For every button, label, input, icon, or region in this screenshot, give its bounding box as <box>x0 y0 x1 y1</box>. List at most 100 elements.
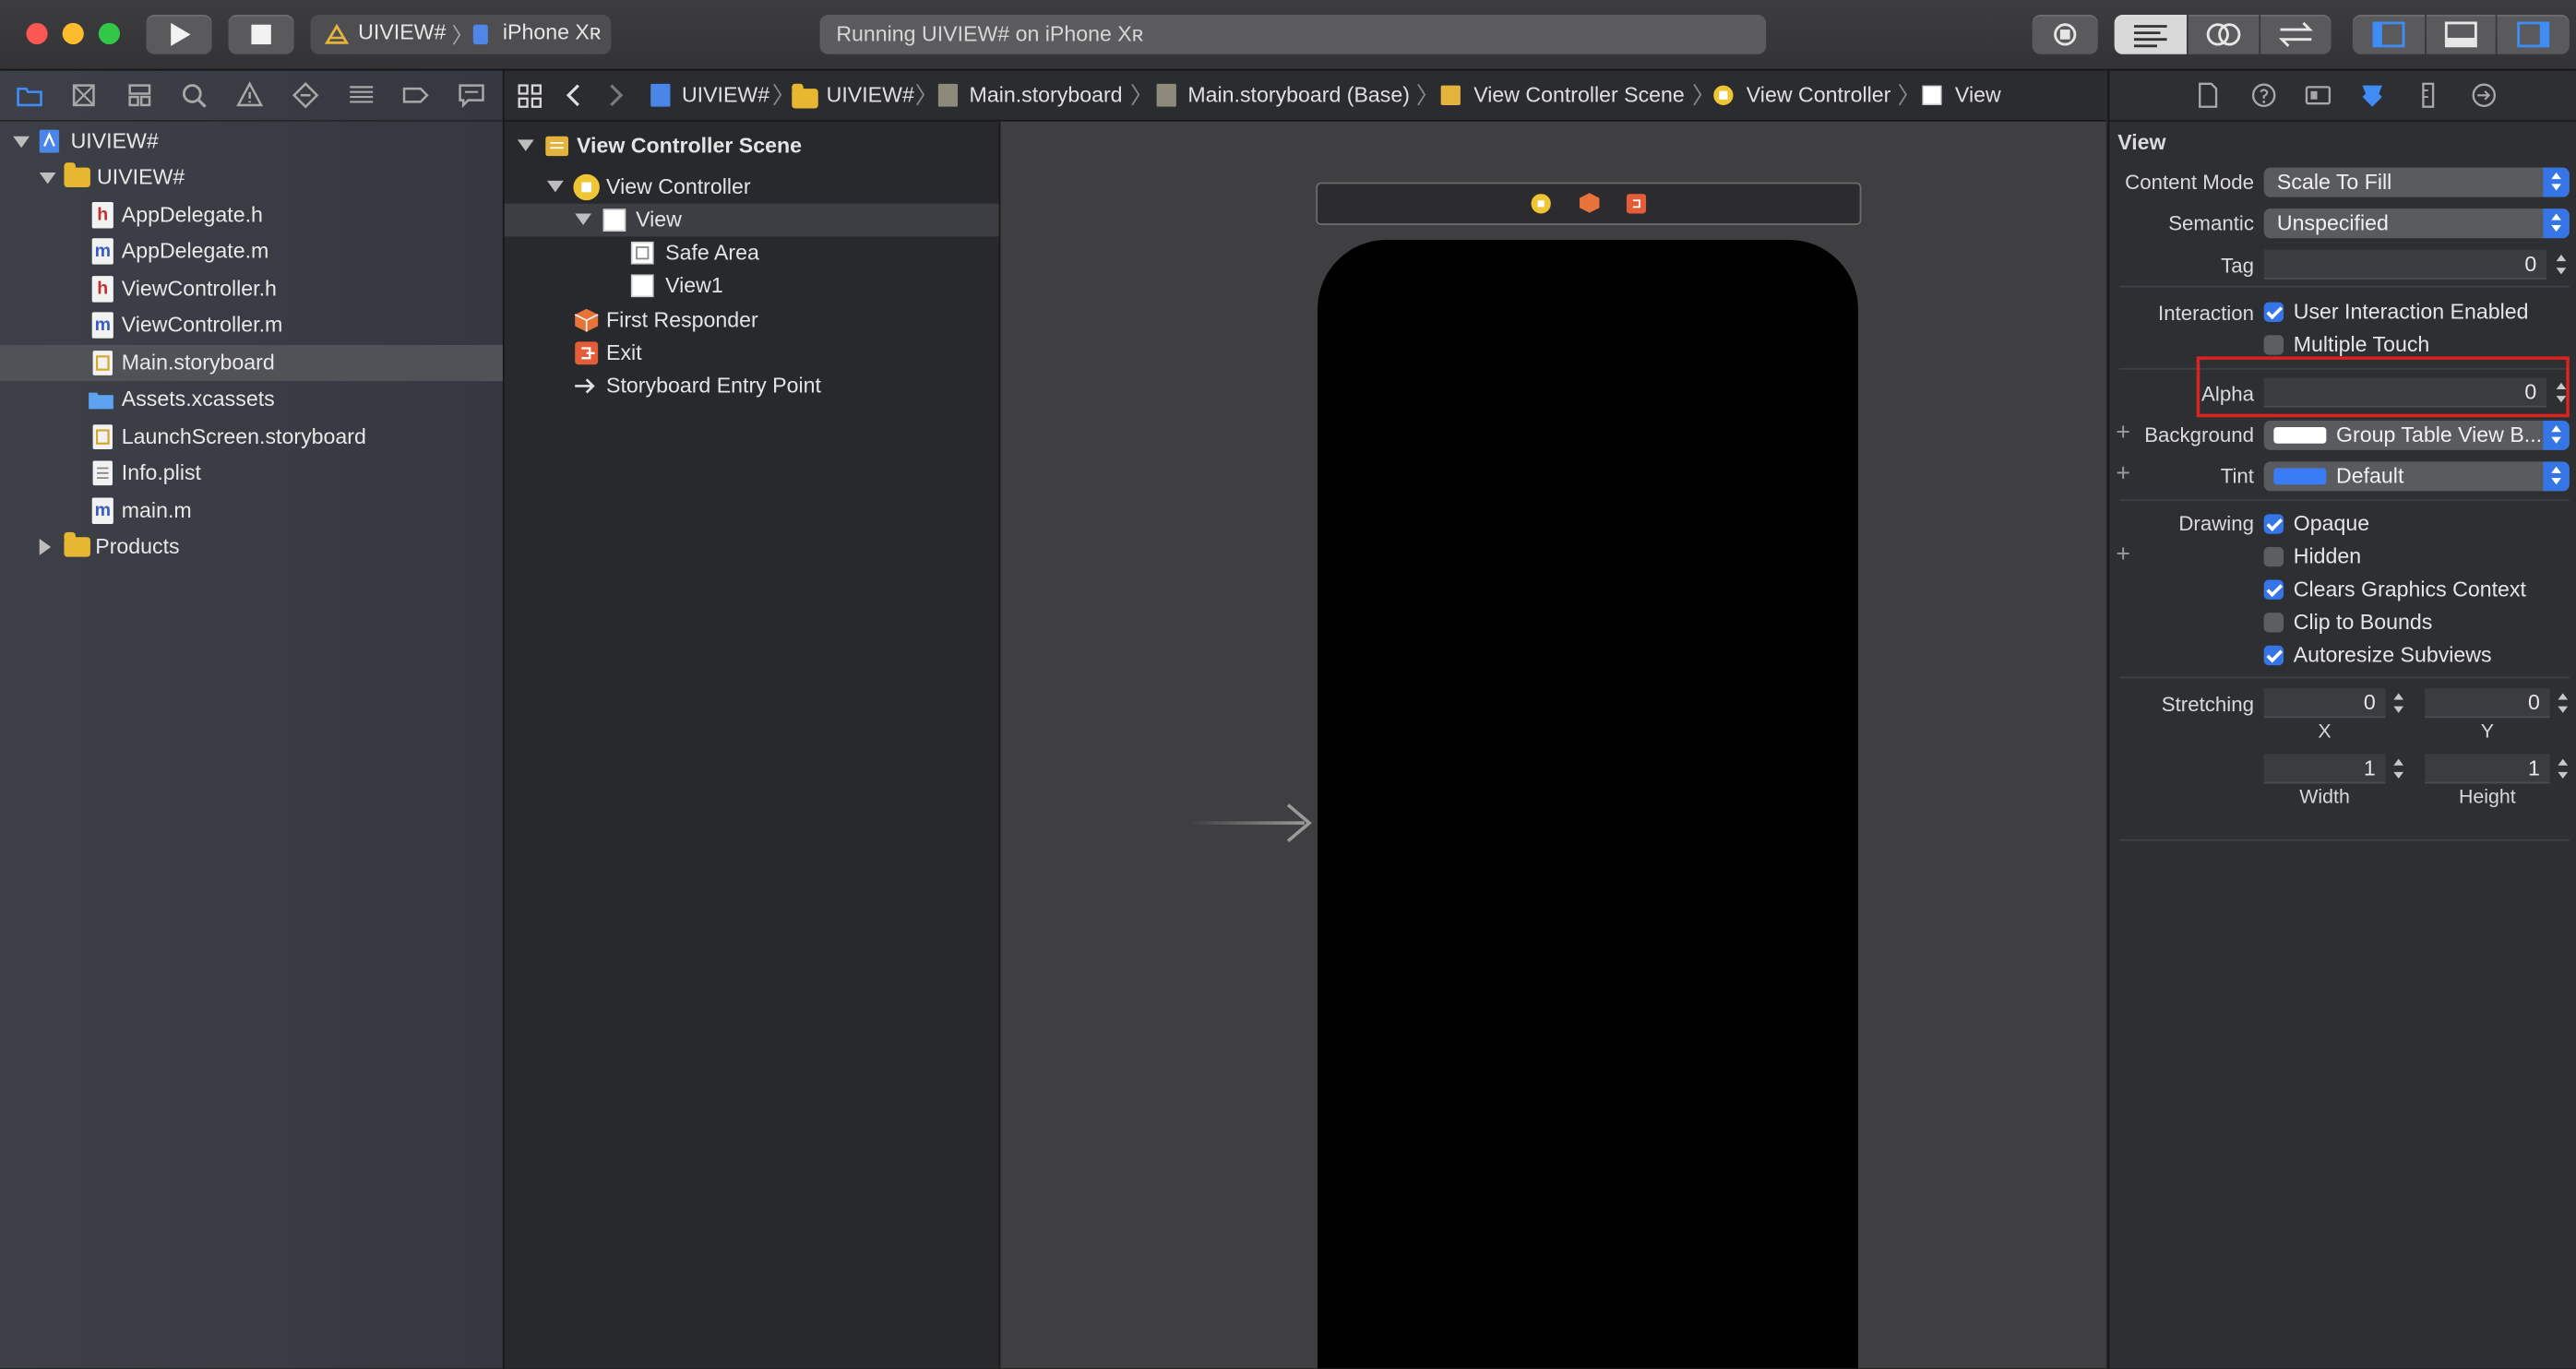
outline-item-safe-area[interactable]: Safe Area <box>505 236 999 269</box>
warning-icon[interactable] <box>235 80 265 110</box>
tree-item-file[interactable]: m AppDelegate.m <box>0 233 503 269</box>
attributes-inspector-icon[interactable] <box>2359 82 2385 108</box>
tree-item-project[interactable]: UIVIEW# <box>0 124 503 160</box>
content-mode-popup[interactable]: Scale To Fill <box>2263 167 2570 197</box>
scene-dock[interactable] <box>1316 182 1862 225</box>
library-button[interactable] <box>2032 15 2098 54</box>
outline-item-view1[interactable]: View1 <box>505 269 999 303</box>
breadcrumb-storyboard-base[interactable]: Main.storyboard (Base) <box>1187 71 1410 120</box>
inspector-tabs <box>2109 71 2576 122</box>
file-inspector-icon[interactable] <box>2195 82 2221 108</box>
connections-inspector-icon[interactable] <box>2471 82 2497 108</box>
outline-item-scene[interactable]: View Controller Scene <box>505 130 999 163</box>
disclosure-down-icon[interactable] <box>39 172 56 185</box>
breadcrumb-project[interactable]: UIVIEW# <box>682 71 769 120</box>
user-interaction-checkbox[interactable] <box>2263 302 2284 322</box>
iphone-scene-view[interactable] <box>1318 239 1858 1369</box>
stretch-x-stepper[interactable] <box>2391 688 2407 718</box>
report-navigator-icon[interactable] <box>457 80 486 110</box>
disclosure-down-icon[interactable] <box>546 180 564 193</box>
tree-item-file[interactable]: LaunchScreen.storyboard <box>0 419 503 455</box>
outline-item-entry-point[interactable]: Storyboard Entry Point <box>505 370 999 403</box>
add-tint-variation-icon[interactable]: + <box>2116 460 2130 488</box>
clip-to-bounds-checkbox[interactable] <box>2263 613 2284 633</box>
zoom-window-button[interactable] <box>98 22 120 45</box>
assistant-editor-button[interactable] <box>2188 15 2260 54</box>
view-controller-icon[interactable] <box>1531 194 1551 214</box>
scheme-selector[interactable]: UIVIEW# 〉 iPhone Xʀ <box>310 15 612 54</box>
tree-item-file[interactable]: Assets.xcassets <box>0 381 503 417</box>
opaque-checkbox[interactable] <box>2263 514 2284 534</box>
search-icon[interactable] <box>179 80 209 110</box>
stretch-y-stepper[interactable] <box>2555 688 2571 718</box>
clears-graphics-checkbox[interactable] <box>2263 579 2284 600</box>
standard-editor-button[interactable] <box>2114 15 2187 54</box>
stretch-x-field[interactable]: 0 <box>2263 688 2386 719</box>
tag-stepper[interactable] <box>2553 250 2570 280</box>
breadcrumb-group[interactable]: UIVIEW# <box>827 71 914 120</box>
tint-color-popup[interactable]: Default <box>2263 461 2570 492</box>
tree-item-file[interactable]: Info.plist <box>0 455 503 491</box>
hidden-checkbox[interactable] <box>2263 546 2284 567</box>
help-icon[interactable] <box>2250 82 2276 108</box>
autoresize-subviews-checkbox[interactable] <box>2263 645 2284 666</box>
breadcrumb-storyboard[interactable]: Main.storyboard <box>970 71 1123 120</box>
tree-item-file[interactable]: m main.m <box>0 493 503 529</box>
multiple-touch-checkbox[interactable] <box>2263 335 2284 355</box>
stretch-width-stepper[interactable] <box>2391 754 2407 783</box>
tree-item-file[interactable]: m ViewController.m <box>0 307 503 343</box>
identity-inspector-icon[interactable] <box>2305 82 2332 108</box>
stop-button[interactable] <box>228 15 294 54</box>
add-background-variation-icon[interactable]: + <box>2116 419 2130 446</box>
version-editor-button[interactable] <box>2260 15 2332 54</box>
outline-item-first-responder[interactable]: First Responder <box>505 304 999 337</box>
toggle-debug-area-button[interactable] <box>2426 15 2496 54</box>
minimize-window-button[interactable] <box>62 22 84 45</box>
view-icon <box>630 274 654 298</box>
breakpoint-navigator-icon[interactable] <box>400 80 430 110</box>
storyboard-file-icon <box>92 424 113 449</box>
disclosure-down-icon[interactable] <box>517 139 534 151</box>
breadcrumb-view[interactable]: View <box>1955 71 2001 120</box>
semantic-popup[interactable]: Unspecified <box>2263 208 2570 239</box>
breadcrumb-view-controller[interactable]: View Controller <box>1747 71 1891 120</box>
tree-item-group[interactable]: UIVIEW# <box>0 160 503 196</box>
test-navigator-icon[interactable] <box>291 80 320 110</box>
symbol-navigator-icon[interactable] <box>125 80 154 110</box>
background-color-popup[interactable]: Group Table View B... <box>2263 420 2570 450</box>
stretch-height-field[interactable]: 1 <box>2425 754 2550 784</box>
toggle-inspector-button[interactable] <box>2497 15 2570 54</box>
tree-item-file[interactable]: h AppDelegate.h <box>0 197 503 233</box>
run-button[interactable] <box>146 15 212 54</box>
close-window-button[interactable] <box>26 22 48 45</box>
tree-item-group[interactable]: Products <box>0 529 503 565</box>
tree-item-file-selected[interactable]: Main.storyboard <box>0 344 503 382</box>
source-control-navigator-icon[interactable] <box>69 80 99 110</box>
tag-field[interactable]: 0 <box>2263 249 2546 280</box>
stretch-y-field[interactable]: 0 <box>2425 688 2550 719</box>
disclosure-down-icon[interactable] <box>13 136 30 149</box>
disclosure-right-icon[interactable] <box>39 539 52 555</box>
outline-item-exit[interactable]: Exit <box>505 337 999 370</box>
back-chevron-icon[interactable] <box>566 84 582 107</box>
folder-navigator-icon[interactable] <box>15 80 44 110</box>
section-title: View <box>2117 129 2166 155</box>
disclosure-down-icon[interactable] <box>575 213 592 225</box>
exit-icon[interactable] <box>1626 194 1647 214</box>
toggle-navigator-button[interactable] <box>2352 15 2426 54</box>
size-inspector-icon[interactable] <box>2415 82 2440 108</box>
related-items-icon[interactable] <box>518 84 543 109</box>
forward-chevron-icon[interactable] <box>608 84 625 107</box>
outline-item-view-controller[interactable]: View Controller <box>505 171 999 204</box>
breadcrumb-scene[interactable]: View Controller Scene <box>1473 71 1685 120</box>
interface-builder-canvas[interactable] <box>1000 121 2106 1369</box>
stretch-height-stepper[interactable] <box>2555 754 2571 783</box>
add-hidden-variation-icon[interactable]: + <box>2116 541 2130 568</box>
stretch-width-field[interactable]: 1 <box>2263 754 2386 784</box>
tag-label: Tag <box>2221 254 2254 278</box>
debug-navigator-icon[interactable] <box>347 80 376 110</box>
tree-item-file[interactable]: h ViewController.h <box>0 271 503 307</box>
outline-item-view-selected[interactable]: View <box>504 203 999 237</box>
header-file-icon: h <box>91 202 113 229</box>
first-responder-icon[interactable] <box>1579 192 1600 213</box>
